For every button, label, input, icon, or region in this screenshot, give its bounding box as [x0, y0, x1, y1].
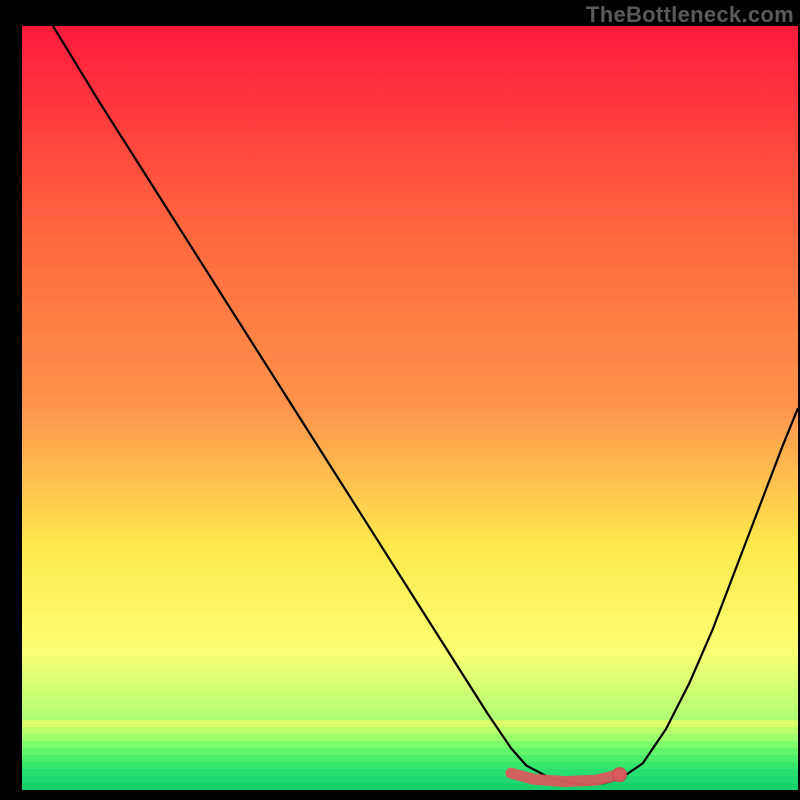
gradient-stripe	[22, 762, 798, 769]
watermark-text: TheBottleneck.com	[586, 2, 794, 28]
gradient-stripe	[22, 776, 798, 783]
bottleneck-chart: TheBottleneck.com	[0, 0, 800, 800]
plot-gradient-bg	[22, 26, 798, 790]
chart-svg	[0, 0, 800, 800]
gradient-stripe	[22, 783, 798, 790]
gradient-stripe	[22, 741, 798, 748]
gradient-stripe	[22, 720, 798, 727]
gradient-stripe	[22, 769, 798, 776]
frame-left	[0, 0, 22, 800]
gradient-stripe	[22, 755, 798, 762]
frame-bottom	[0, 790, 800, 800]
gradient-stripe	[22, 748, 798, 755]
gradient-stripe	[22, 727, 798, 734]
optimal-point-dot	[613, 768, 627, 782]
gradient-stripe	[22, 734, 798, 741]
